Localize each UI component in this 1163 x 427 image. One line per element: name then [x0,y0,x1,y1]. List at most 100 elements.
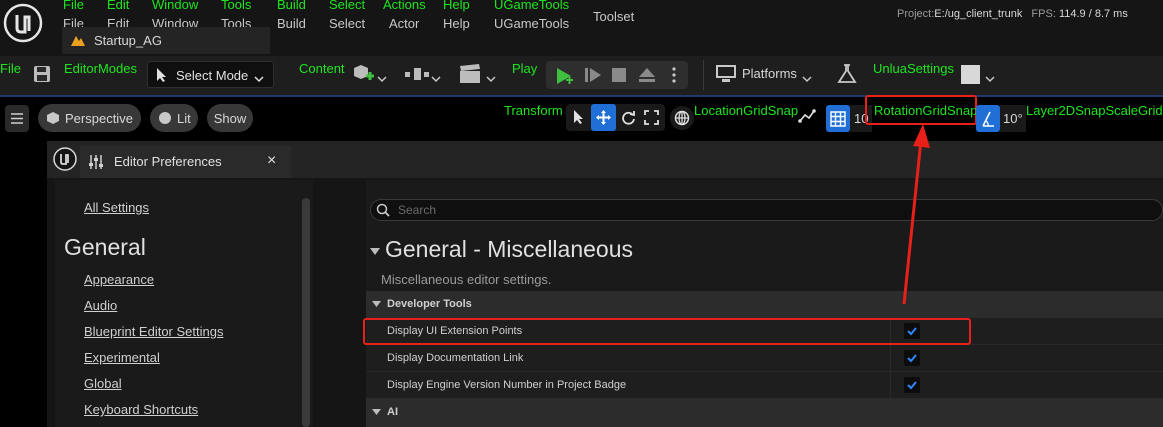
show-label: Show [213,110,247,126]
rotation-value-box[interactable]: 10° [1000,105,1026,132]
menu-select-top[interactable]: Select [329,0,365,12]
show-button[interactable]: Show [207,104,253,132]
search-box[interactable]: Search [370,199,1163,221]
perspective-button[interactable]: Perspective [38,104,141,132]
category-ai-label: AI [387,406,398,418]
rotation-snap-toggle-icon[interactable] [976,105,1000,132]
nav-global[interactable]: Global [84,376,122,391]
blueprint-chevron-icon[interactable] [431,70,441,88]
menu-help-top[interactable]: Help [443,0,470,12]
transform-tools [566,104,665,131]
select-mode-dropdown[interactable]: Select Mode [147,61,274,88]
play-options-icon[interactable] [672,67,676,88]
unlua-icon[interactable] [961,65,980,84]
scale-mode-icon[interactable] [644,110,659,130]
add-content-chevron-icon[interactable] [377,70,387,88]
menu-tools-top[interactable]: Tools [221,0,251,12]
toolbar-file-label[interactable]: File [0,61,21,76]
category-collapse-icon [372,409,381,415]
display-documentation-link-checkbox[interactable] [904,350,920,366]
viewport-menu-button[interactable] [5,105,29,132]
menu-ugametools[interactable]: UGameTools [494,16,569,31]
menu-select[interactable]: Select [329,16,365,31]
search-icon [376,203,390,222]
nav-keyboard-shortcuts[interactable]: Keyboard Shortcuts [84,402,198,417]
toolbar-editormodes-label[interactable]: EditorModes [64,61,137,76]
surface-snap-icon[interactable] [797,106,817,131]
category-collapse-icon [372,301,381,307]
stop-icon[interactable] [612,68,626,87]
grid-snap-toggle-icon[interactable] [826,105,850,132]
menu-help[interactable]: Help [443,16,470,31]
nav-audio[interactable]: Audio [84,298,117,313]
close-tab-icon[interactable]: × [267,152,276,170]
nav-blueprint-editor-settings[interactable]: Blueprint Editor Settings [84,324,223,339]
lit-sphere-icon [159,112,171,124]
project-path: E:/ug_client_trunk [934,8,1023,20]
location-grid-snap-label: LocationGridSnap [694,103,799,118]
editor-preferences-tab[interactable]: Editor Preferences × [80,146,291,178]
column-divider [890,372,891,399]
menu-actions-top[interactable]: Actions [383,0,426,12]
all-settings-link[interactable]: All Settings [84,200,149,215]
unlua-chevron-icon[interactable] [985,70,995,88]
play-icon[interactable] [554,66,574,91]
project-label: Project: [897,8,935,20]
save-icon[interactable] [33,65,51,83]
nav-experimental[interactable]: Experimental [84,350,160,365]
ms-value: / 8.7 ms [1088,8,1128,20]
menu-ugametools-top[interactable]: UGameTools [494,0,569,12]
settings-flask-icon[interactable] [836,63,858,90]
menu-build[interactable]: Build [277,16,306,31]
cinematics-chevron-icon[interactable] [486,70,496,88]
play-controls [546,61,688,89]
category-developer-tools[interactable]: Developer Tools [366,291,1163,318]
toolbar-content-label[interactable]: Content [299,61,345,76]
preferences-sliders-icon [88,154,104,175]
collapse-arrow-icon[interactable] [369,244,381,262]
platforms-icon[interactable] [716,65,736,88]
toolbar-play-label[interactable]: Play [512,61,537,76]
menu-actor[interactable]: Actor [389,16,419,31]
display-engine-version-checkbox[interactable] [904,377,920,393]
page-title: General - Miscellaneous [385,236,634,262]
setting-label: Display Engine Version Number in Project… [387,379,627,391]
general-section-title: General [64,234,146,260]
annotation-extension-points-highlight [363,318,971,345]
page-description: Miscellaneous editor settings. [381,272,552,287]
eject-icon[interactable] [638,67,656,88]
annotation-arrow-icon [902,124,930,305]
unlua-settings-label[interactable]: UnluaSettings [873,61,954,76]
layer2d-snap-label: Layer2DSnapScaleGridS [1026,103,1163,118]
select-cursor-icon[interactable] [572,109,586,130]
menu-toolset[interactable]: Toolset [593,9,634,24]
cinematics-icon[interactable] [459,64,481,89]
perspective-label: Perspective [65,110,133,126]
lit-button[interactable]: Lit [150,104,198,132]
world-space-icon[interactable] [670,106,694,130]
cursor-icon [155,67,169,88]
level-tab-label: Startup_AG [94,33,162,48]
nav-appearance[interactable]: Appearance [84,272,154,287]
platforms-chevron-icon[interactable] [802,70,812,88]
menu-file-top[interactable]: File [63,0,84,12]
menu-build-top[interactable]: Build [277,0,306,12]
category-ai[interactable]: AI [366,399,1163,427]
advance-frame-icon[interactable] [584,67,602,88]
fps-value: 114.9 [1058,8,1086,20]
menu-window-top[interactable]: Window [152,0,198,12]
level-icon [70,33,86,52]
rotate-mode-icon[interactable] [621,110,636,130]
nav-scrollbar[interactable] [302,198,310,427]
unreal-logo-icon [3,3,43,43]
project-status: Project:E:/ug_client_trunk FPS: 114.9 / … [897,8,1128,20]
blueprint-icon[interactable] [405,66,429,87]
menu-edit-top[interactable]: Edit [107,0,129,12]
unreal-small-logo-icon [53,147,77,176]
category-developer-tools-label: Developer Tools [387,298,472,310]
add-content-icon[interactable] [351,63,375,90]
platforms-label[interactable]: Platforms [742,66,797,81]
transform-label: Transform [504,103,563,118]
translate-mode-icon[interactable] [591,104,616,131]
level-tab[interactable]: Startup_AG [62,27,270,54]
